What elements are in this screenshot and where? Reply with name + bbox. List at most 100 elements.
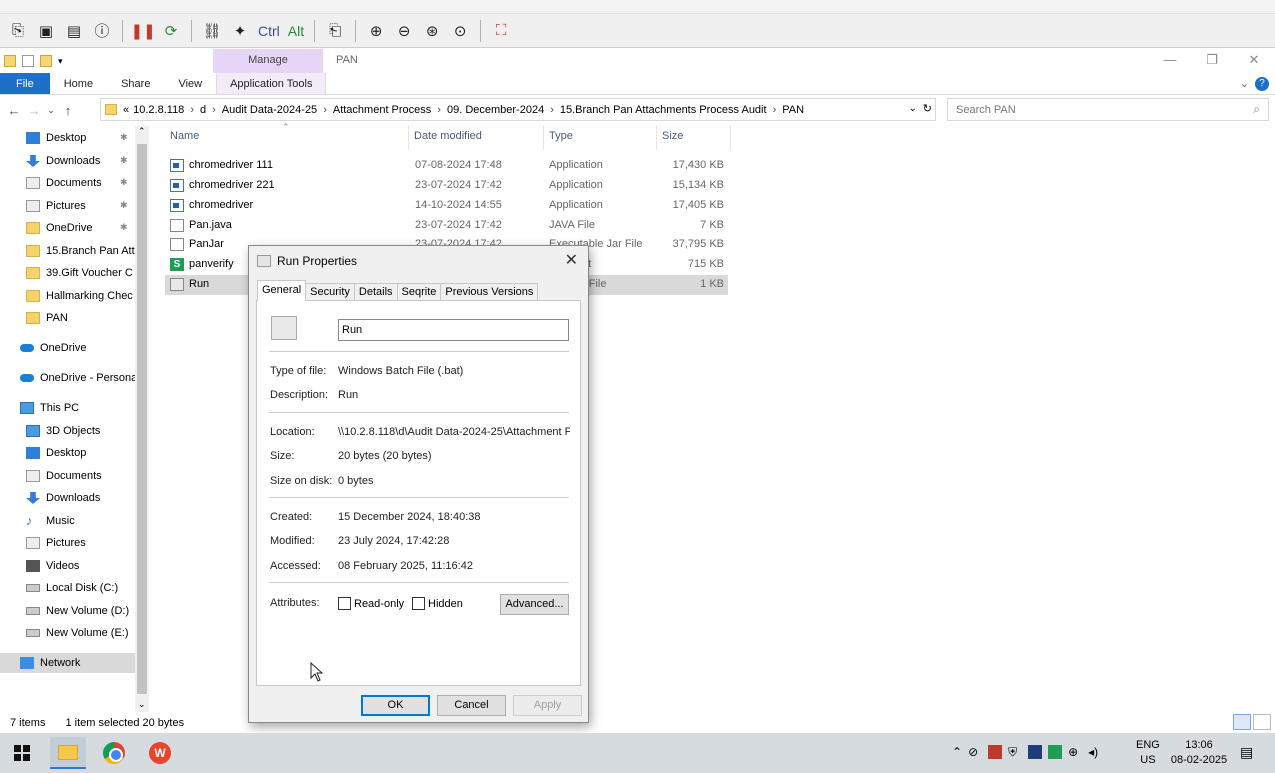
- readonly-checkbox[interactable]: [338, 597, 351, 610]
- tab-seqrite[interactable]: Seqrite: [396, 283, 442, 301]
- forward-arrow-icon[interactable]: →: [24, 103, 44, 118]
- tab-share[interactable]: Share: [107, 73, 164, 94]
- nav-item-volume-e[interactable]: New Volume (E:): [26, 623, 135, 643]
- taskbar-chrome[interactable]: [96, 737, 132, 769]
- hidden-label[interactable]: Hidden: [428, 598, 463, 610]
- refresh-icon[interactable]: ↻: [923, 102, 932, 115]
- chevron-right-icon[interactable]: ›: [190, 104, 194, 116]
- pin-icon[interactable]: ✱: [120, 132, 128, 143]
- chevron-up-icon[interactable]: ⌃: [952, 745, 962, 759]
- nav-item-gift-voucher[interactable]: 39.Gift Voucher C: [26, 263, 135, 283]
- pin-icon[interactable]: ✱: [120, 177, 128, 188]
- chevron-down-icon[interactable]: ⌄: [1240, 73, 1255, 94]
- taskbar-wps[interactable]: W: [142, 737, 178, 769]
- column-header-size[interactable]: Size: [662, 130, 683, 142]
- column-divider[interactable]: [543, 126, 544, 150]
- chevron-right-icon[interactable]: ›: [773, 104, 777, 116]
- volume-icon[interactable]: ◂): [1088, 745, 1102, 759]
- app-tray-icon[interactable]: [988, 745, 1003, 759]
- details-view-icon[interactable]: [1233, 714, 1251, 730]
- column-header-type[interactable]: Type: [549, 130, 573, 142]
- nav-item-3d-objects[interactable]: 3D Objects: [26, 421, 135, 441]
- breadcrumb-item[interactable]: 09. December-2024: [447, 104, 544, 116]
- nav-item-music[interactable]: ♪ Music: [26, 511, 135, 531]
- pin-icon[interactable]: ✱: [120, 200, 128, 211]
- ctrl-key-button[interactable]: Ctrl: [256, 19, 282, 43]
- search-input[interactable]: Search PAN ⌕: [947, 98, 1269, 121]
- tab-security[interactable]: Security: [305, 283, 355, 301]
- breadcrumb-item[interactable]: d: [200, 104, 206, 116]
- ok-button[interactable]: OK: [361, 695, 430, 716]
- advanced-button[interactable]: Advanced...: [500, 594, 569, 615]
- breadcrumb-item[interactable]: Audit Data-2024-25: [222, 104, 317, 116]
- nav-item-branch-pan[interactable]: 15.Branch Pan Att: [26, 241, 135, 261]
- link-icon[interactable]: ⛓: [200, 19, 224, 43]
- breadcrumb-item[interactable]: 10.2.8.118: [133, 104, 184, 116]
- chevron-right-icon[interactable]: ›: [437, 104, 441, 116]
- zoom-fit-icon[interactable]: ⊛: [420, 19, 444, 43]
- chevron-right-icon[interactable]: ›: [323, 104, 327, 116]
- tab-view[interactable]: View: [164, 73, 216, 94]
- breadcrumb-item[interactable]: PAN: [782, 104, 804, 116]
- nav-item-local-disk-c[interactable]: Local Disk (C:): [26, 578, 135, 598]
- chevron-down-icon[interactable]: ▾: [58, 56, 63, 67]
- file-row[interactable]: Pan.java 23-07-2024 17:42 JAVA File 7 KB: [165, 216, 728, 236]
- new-folder-icon[interactable]: [40, 55, 52, 67]
- shield-icon[interactable]: ⛨: [1008, 745, 1022, 759]
- notification-icon[interactable]: ▤: [1240, 744, 1253, 761]
- alt-key-button[interactable]: Alt: [286, 19, 306, 43]
- nav-item-this-pc[interactable]: This PC: [20, 398, 135, 418]
- column-header-date[interactable]: Date modified: [414, 130, 482, 142]
- recent-locations-icon[interactable]: ⌄: [44, 105, 58, 116]
- properties-icon[interactable]: [22, 55, 34, 67]
- file-row[interactable]: chromedriver 221 23-07-2024 17:42 Applic…: [165, 176, 728, 196]
- nav-item-network[interactable]: Network: [0, 653, 135, 673]
- scrollbar-thumb[interactable]: [137, 144, 147, 694]
- column-header-name[interactable]: Name: [170, 130, 199, 142]
- properties-icon[interactable]: ▤: [62, 19, 86, 43]
- column-divider[interactable]: [656, 126, 657, 150]
- network-status-icon[interactable]: ⊘: [968, 745, 982, 759]
- fullscreen-icon[interactable]: ⛶: [489, 19, 513, 43]
- info-icon[interactable]: ⓘ: [90, 19, 114, 43]
- nav-item-onedrive[interactable]: OneDrive: [20, 338, 135, 358]
- file-row[interactable]: chromedriver 111 07-08-2024 17:48 Applic…: [165, 156, 728, 176]
- zoom-actual-icon[interactable]: ⊙: [448, 19, 472, 43]
- spreadsheet-tray-icon[interactable]: [1048, 745, 1063, 759]
- tab-general[interactable]: General: [257, 280, 307, 301]
- file-name-field[interactable]: [338, 319, 569, 341]
- nav-scrollbar[interactable]: ⌃ ⌄: [135, 126, 149, 712]
- language-indicator[interactable]: ENG US: [1136, 738, 1160, 768]
- restore-icon[interactable]: ❐: [1202, 52, 1222, 68]
- nav-item-videos[interactable]: Videos: [26, 556, 135, 576]
- file-row[interactable]: chromedriver 14-10-2024 14:55 Applicatio…: [165, 196, 728, 216]
- ctrl-alt-del-icon[interactable]: ✦: [228, 19, 252, 43]
- nav-item-pictures-pc[interactable]: Pictures: [26, 533, 135, 553]
- zoom-out-icon[interactable]: ⊖: [392, 19, 416, 43]
- pin-icon[interactable]: ✱: [120, 155, 128, 166]
- large-icons-view-icon[interactable]: [1253, 714, 1271, 730]
- tab-file[interactable]: File: [0, 73, 50, 94]
- tab-previous-versions[interactable]: Previous Versions: [440, 283, 539, 301]
- search-icon[interactable]: ⌕: [1253, 102, 1260, 117]
- nav-item-hallmarking[interactable]: Hallmarking Chec: [26, 286, 135, 306]
- zoom-in-icon[interactable]: ⊕: [364, 19, 388, 43]
- scroll-up-icon[interactable]: ⌃: [138, 126, 146, 137]
- breadcrumb-overflow[interactable]: «: [123, 104, 129, 116]
- close-icon[interactable]: ✕: [1244, 52, 1264, 68]
- readonly-label[interactable]: Read-only: [354, 598, 404, 610]
- app-tray-icon[interactable]: [1028, 745, 1043, 759]
- tab-application-tools[interactable]: Application Tools: [216, 73, 327, 94]
- nav-item-volume-d[interactable]: New Volume (D:): [26, 601, 135, 621]
- nav-item-desktop-pc[interactable]: Desktop: [26, 443, 135, 463]
- scroll-down-icon[interactable]: ⌄: [138, 699, 146, 710]
- help-icon[interactable]: ?: [1255, 77, 1269, 91]
- globe-icon[interactable]: ⊕: [1068, 745, 1082, 759]
- nav-item-pan[interactable]: PAN: [26, 308, 135, 328]
- apply-button[interactable]: Apply: [513, 695, 582, 716]
- start-button[interactable]: [4, 737, 40, 769]
- clipboard-icon[interactable]: ⎗: [323, 19, 347, 43]
- address-bar[interactable]: « 10.2.8.118 › d › Audit Data-2024-25 › …: [100, 98, 936, 121]
- clock[interactable]: 13:06 08-02-2025: [1169, 738, 1229, 768]
- refresh-icon[interactable]: ⟳: [159, 19, 183, 43]
